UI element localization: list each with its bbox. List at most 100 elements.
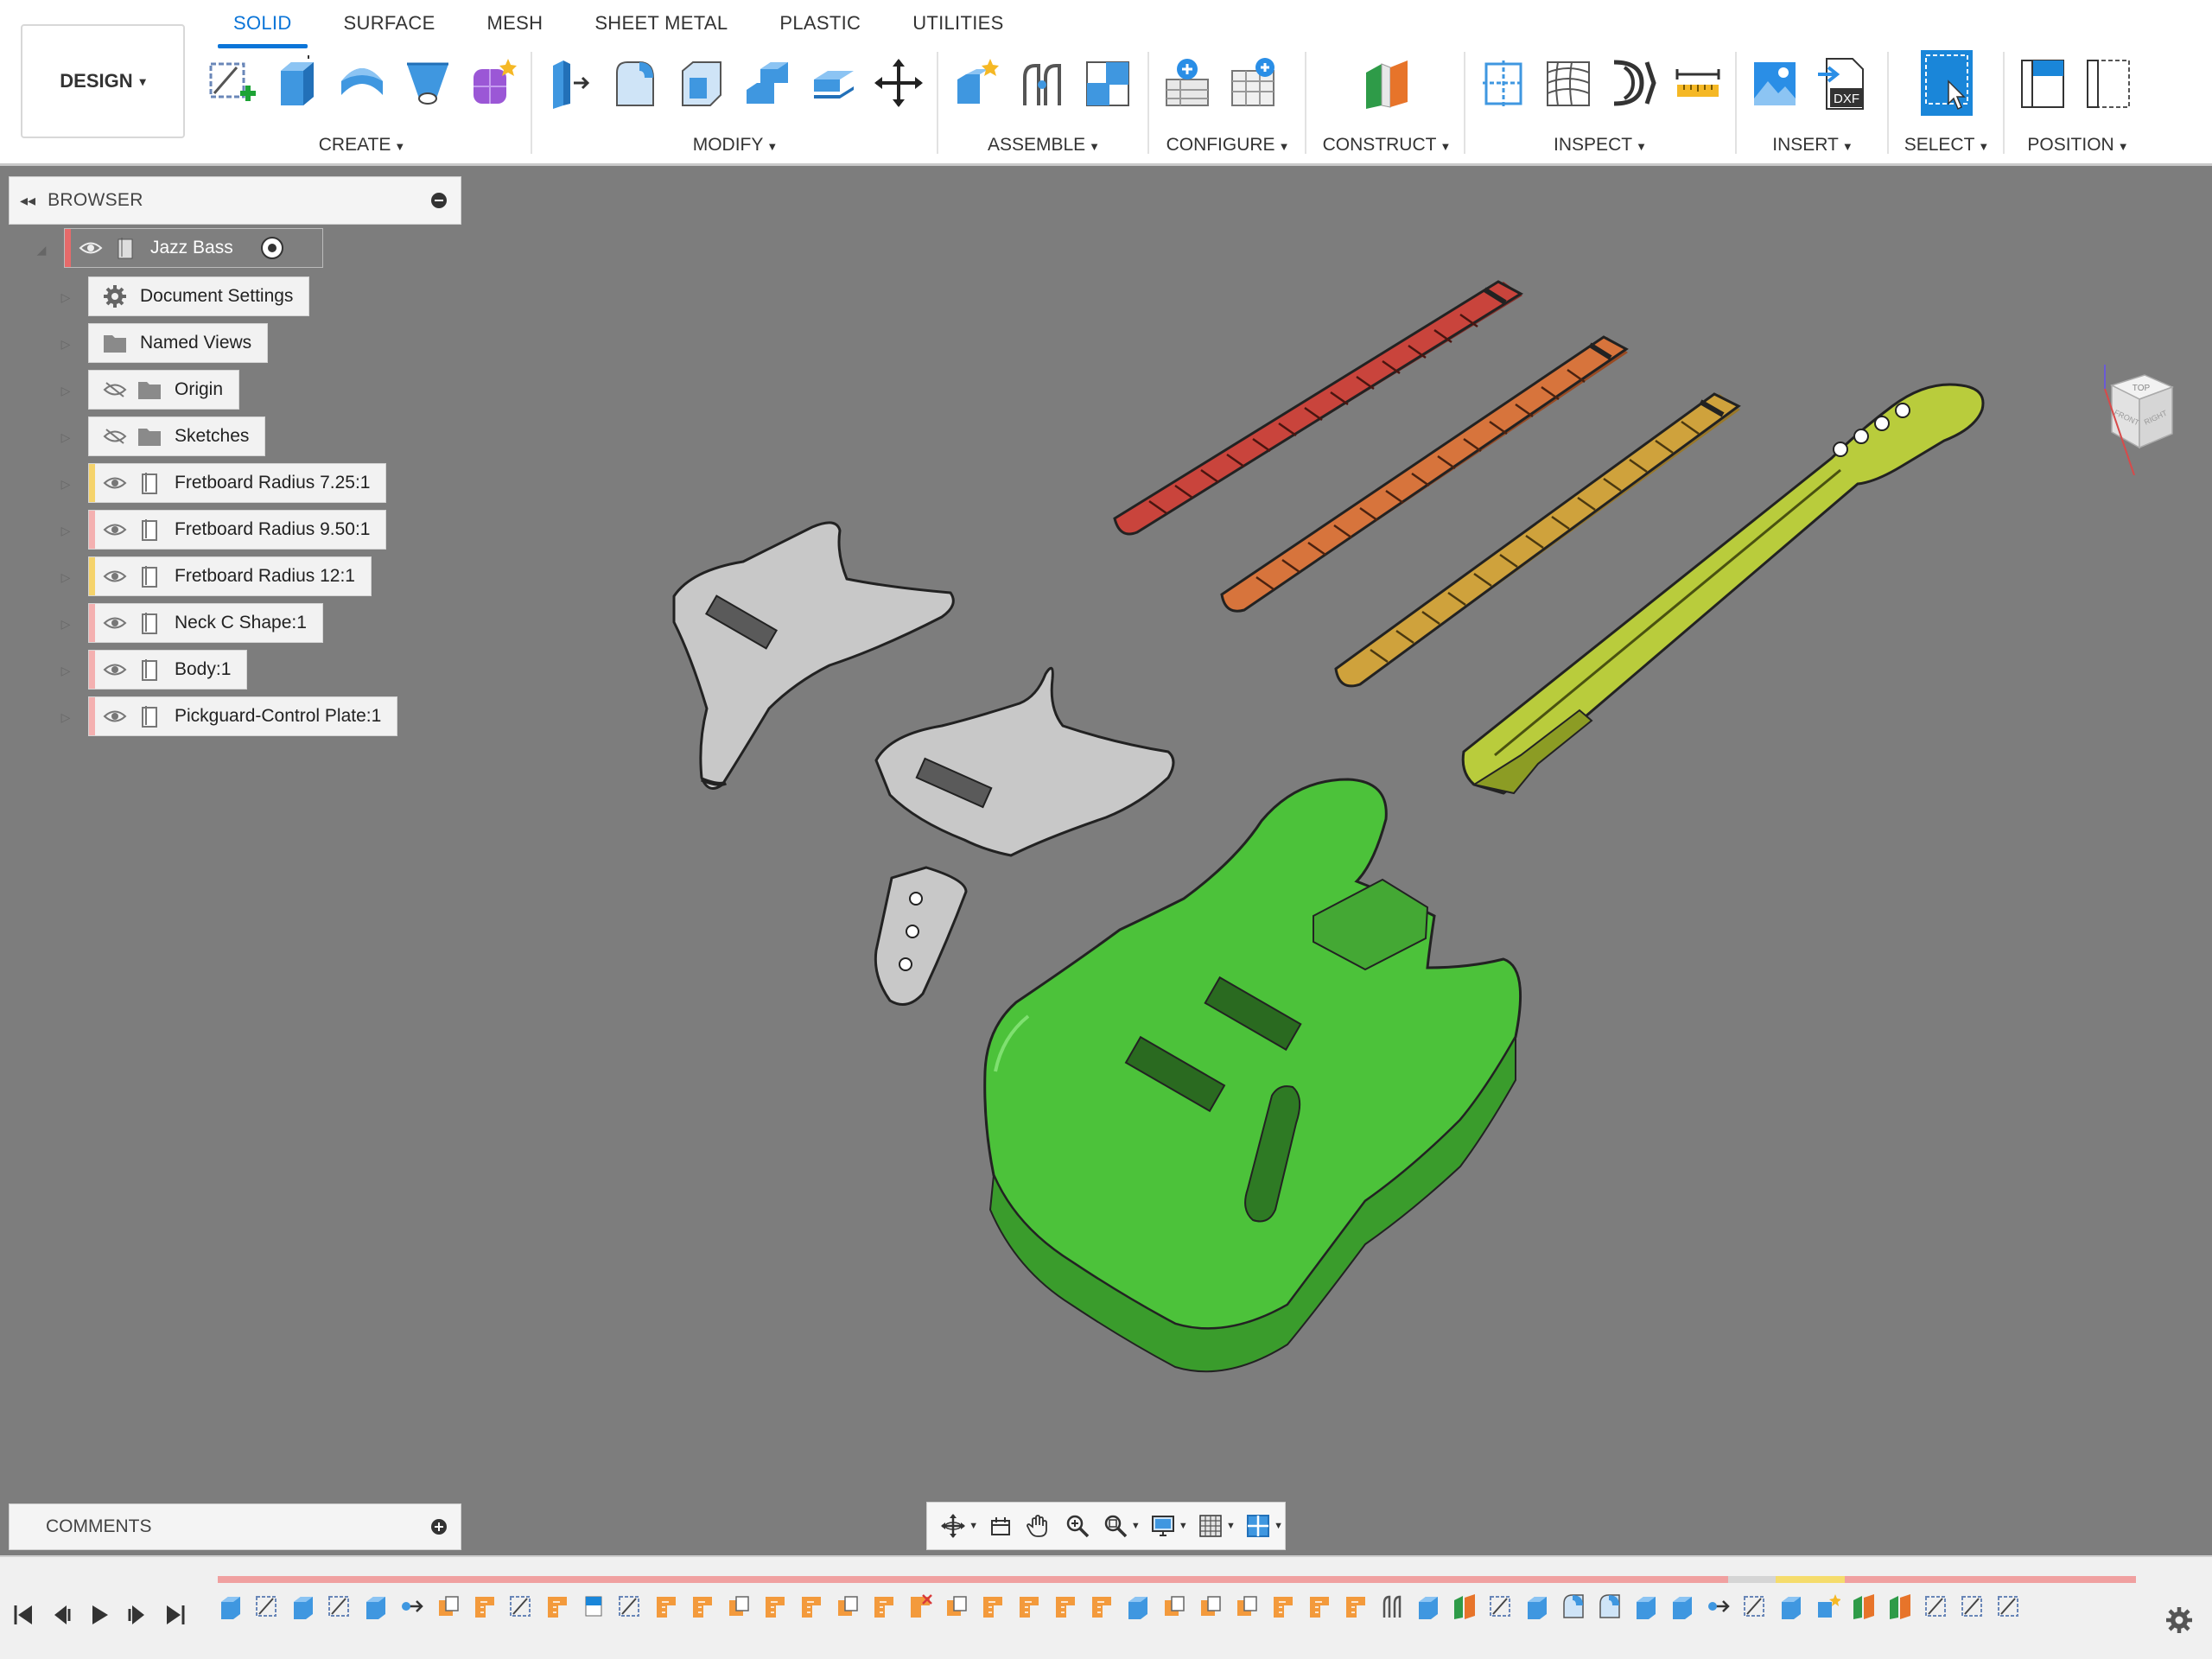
construct-menu[interactable]: CONSTRUCT ▼ [1315, 135, 1459, 156]
timeline-feature-extrude-icon[interactable] [1415, 1592, 1445, 1633]
chevron-down-icon[interactable]: ▼ [1226, 1521, 1236, 1531]
new-component-icon[interactable] [947, 52, 1006, 114]
timeline-feature-component-icon[interactable] [944, 1592, 973, 1633]
timeline-feature-sketch-icon[interactable] [1996, 1592, 2025, 1633]
visibility-eye-icon[interactable] [102, 567, 128, 586]
timeline-feature-sketch-icon[interactable] [1960, 1592, 1989, 1633]
tree-item-document-settings[interactable]: Document Settings [88, 276, 310, 316]
timeline-feature-extrude-icon[interactable] [1125, 1592, 1154, 1633]
tree-item-pickguard-control-plate[interactable]: Pickguard-Control Plate:1 [88, 696, 398, 736]
timeline-feature-orange-icon[interactable] [472, 1592, 501, 1633]
gear-icon[interactable] [2164, 1605, 2194, 1635]
timeline-feature-component-icon[interactable] [435, 1592, 465, 1633]
chevron-down-icon[interactable]: ▼ [969, 1521, 978, 1531]
tree-item-sketches[interactable]: Sketches [88, 416, 266, 456]
timeline-feature-joint-icon[interactable] [1379, 1592, 1408, 1633]
timeline-feature-sketch-icon[interactable] [254, 1592, 283, 1633]
viewports-icon[interactable] [1241, 1507, 1275, 1545]
timeline-feature-orange-icon[interactable] [1306, 1592, 1336, 1633]
tab-mesh[interactable]: MESH [461, 0, 569, 43]
timeline-feature-cut-icon[interactable] [907, 1592, 937, 1633]
hidden-eye-icon[interactable] [102, 427, 128, 446]
control-plate-model[interactable] [874, 866, 968, 1006]
tab-sheet-metal[interactable]: SHEET METAL [569, 0, 753, 43]
visibility-eye-icon[interactable] [102, 520, 128, 539]
timeline-feature-sketch-icon[interactable] [327, 1592, 356, 1633]
go-to-end-icon[interactable] [164, 1602, 187, 1628]
chevron-down-icon[interactable]: ▼ [1274, 1521, 1283, 1531]
timeline-feature-component-icon[interactable] [1198, 1592, 1227, 1633]
configure-design-icon[interactable] [1158, 52, 1217, 114]
timeline-feature-component-icon[interactable] [1234, 1592, 1263, 1633]
timeline-feature-fillet-icon[interactable] [1597, 1592, 1626, 1633]
timeline-feature-extrude-icon[interactable] [1778, 1592, 1808, 1633]
timeline-feature-orange-icon[interactable] [871, 1592, 900, 1633]
fretboard-radius-9-50-model[interactable] [1220, 335, 1629, 613]
tree-root-jazz-bass[interactable]: Jazz Bass [64, 228, 323, 268]
timeline-feature-sketch-icon[interactable] [1923, 1592, 1953, 1633]
display-settings-icon[interactable] [1146, 1507, 1180, 1545]
modify-menu[interactable]: MODIFY ▼ [541, 135, 930, 156]
timeline-feature-extrude-icon[interactable] [218, 1592, 247, 1633]
timeline-feature-fillet-icon[interactable] [1560, 1592, 1590, 1633]
position-menu[interactable]: POSITION ▼ [2013, 135, 2143, 156]
timeline-feature-new-icon[interactable] [1815, 1592, 1844, 1633]
expand-toggle-icon[interactable]: ▷ [59, 570, 73, 584]
minimize-icon[interactable] [431, 193, 447, 208]
expand-toggle-icon[interactable]: ▷ [59, 290, 73, 304]
visibility-eye-icon[interactable] [102, 707, 128, 726]
timeline-feature-component-icon[interactable] [835, 1592, 864, 1633]
expand-toggle-icon[interactable]: ▷ [59, 384, 73, 397]
expand-toggle-icon[interactable]: ▷ [59, 664, 73, 677]
expand-toggle-icon[interactable]: ▷ [59, 430, 73, 444]
timeline-feature-orange-icon[interactable] [1052, 1592, 1082, 1633]
neck-c-shape-model[interactable] [1461, 383, 1985, 795]
timeline-feature-orange-icon[interactable] [762, 1592, 791, 1633]
timeline-feature-orange-icon[interactable] [1270, 1592, 1300, 1633]
tree-item-neck-c-shape[interactable]: Neck C Shape:1 [88, 603, 323, 643]
fit-zoom-icon[interactable] [1098, 1507, 1133, 1545]
inspect-menu[interactable]: INSPECT ▼ [1474, 135, 1726, 156]
timeline-feature-plane-icon[interactable] [1851, 1592, 1880, 1633]
loft-icon[interactable] [398, 52, 457, 114]
tab-plastic[interactable]: PLASTIC [753, 0, 887, 43]
timeline-feature-box-icon[interactable] [581, 1592, 610, 1633]
expand-toggle-icon[interactable]: ▷ [59, 617, 73, 631]
fillet-icon[interactable] [607, 52, 665, 114]
look-at-icon[interactable] [983, 1507, 1018, 1545]
expand-toggle-icon[interactable]: ▷ [59, 524, 73, 537]
timeline-feature-offset-icon[interactable] [1669, 1592, 1699, 1633]
timeline-feature-orange-icon[interactable] [798, 1592, 828, 1633]
configuration-table-icon[interactable] [1224, 52, 1282, 114]
orbit-icon[interactable] [936, 1507, 970, 1545]
fretboard-radius-7-25-model[interactable] [1113, 280, 1523, 536]
insert-menu[interactable]: INSERT ▼ [1745, 135, 1880, 156]
body-model[interactable] [983, 778, 1522, 1373]
expand-toggle-icon[interactable]: ▷ [59, 337, 73, 351]
step-back-icon[interactable] [50, 1602, 73, 1628]
visibility-eye-icon[interactable] [102, 474, 128, 493]
configure-menu[interactable]: CONFIGURE ▼ [1158, 135, 1298, 156]
timeline-feature-move-icon[interactable] [399, 1592, 429, 1633]
create-menu[interactable]: CREATE ▼ [202, 135, 522, 156]
tree-item-fretboard-radius-12[interactable]: Fretboard Radius 12:1 [88, 556, 372, 596]
step-forward-icon[interactable] [126, 1602, 149, 1628]
visibility-eye-icon[interactable] [78, 238, 104, 257]
timeline-feature-orange-icon[interactable] [653, 1592, 683, 1633]
timeline-feature-move-icon[interactable] [1706, 1592, 1735, 1633]
active-radio-icon[interactable] [261, 237, 283, 259]
section-analysis-icon[interactable] [1474, 52, 1532, 114]
tree-item-named-views[interactable]: Named Views [88, 323, 269, 363]
timeline-marker[interactable] [1776, 1576, 1845, 1583]
pan-hand-icon[interactable] [1021, 1507, 1056, 1545]
timeline-feature-sketch-icon[interactable] [1488, 1592, 1517, 1633]
timeline-feature-combine-icon[interactable] [1633, 1592, 1662, 1633]
joint-icon[interactable] [1013, 52, 1071, 114]
hidden-eye-icon[interactable] [102, 380, 128, 399]
timeline-feature-orange-icon[interactable] [544, 1592, 574, 1633]
timeline-feature-component-icon[interactable] [726, 1592, 755, 1633]
insert-dxf-icon[interactable]: DXF [1811, 52, 1870, 114]
timeline-feature-orange-icon[interactable] [1343, 1592, 1372, 1633]
timeline-feature-sketch-icon[interactable] [617, 1592, 646, 1633]
curvature-comb-icon[interactable] [1604, 52, 1662, 114]
